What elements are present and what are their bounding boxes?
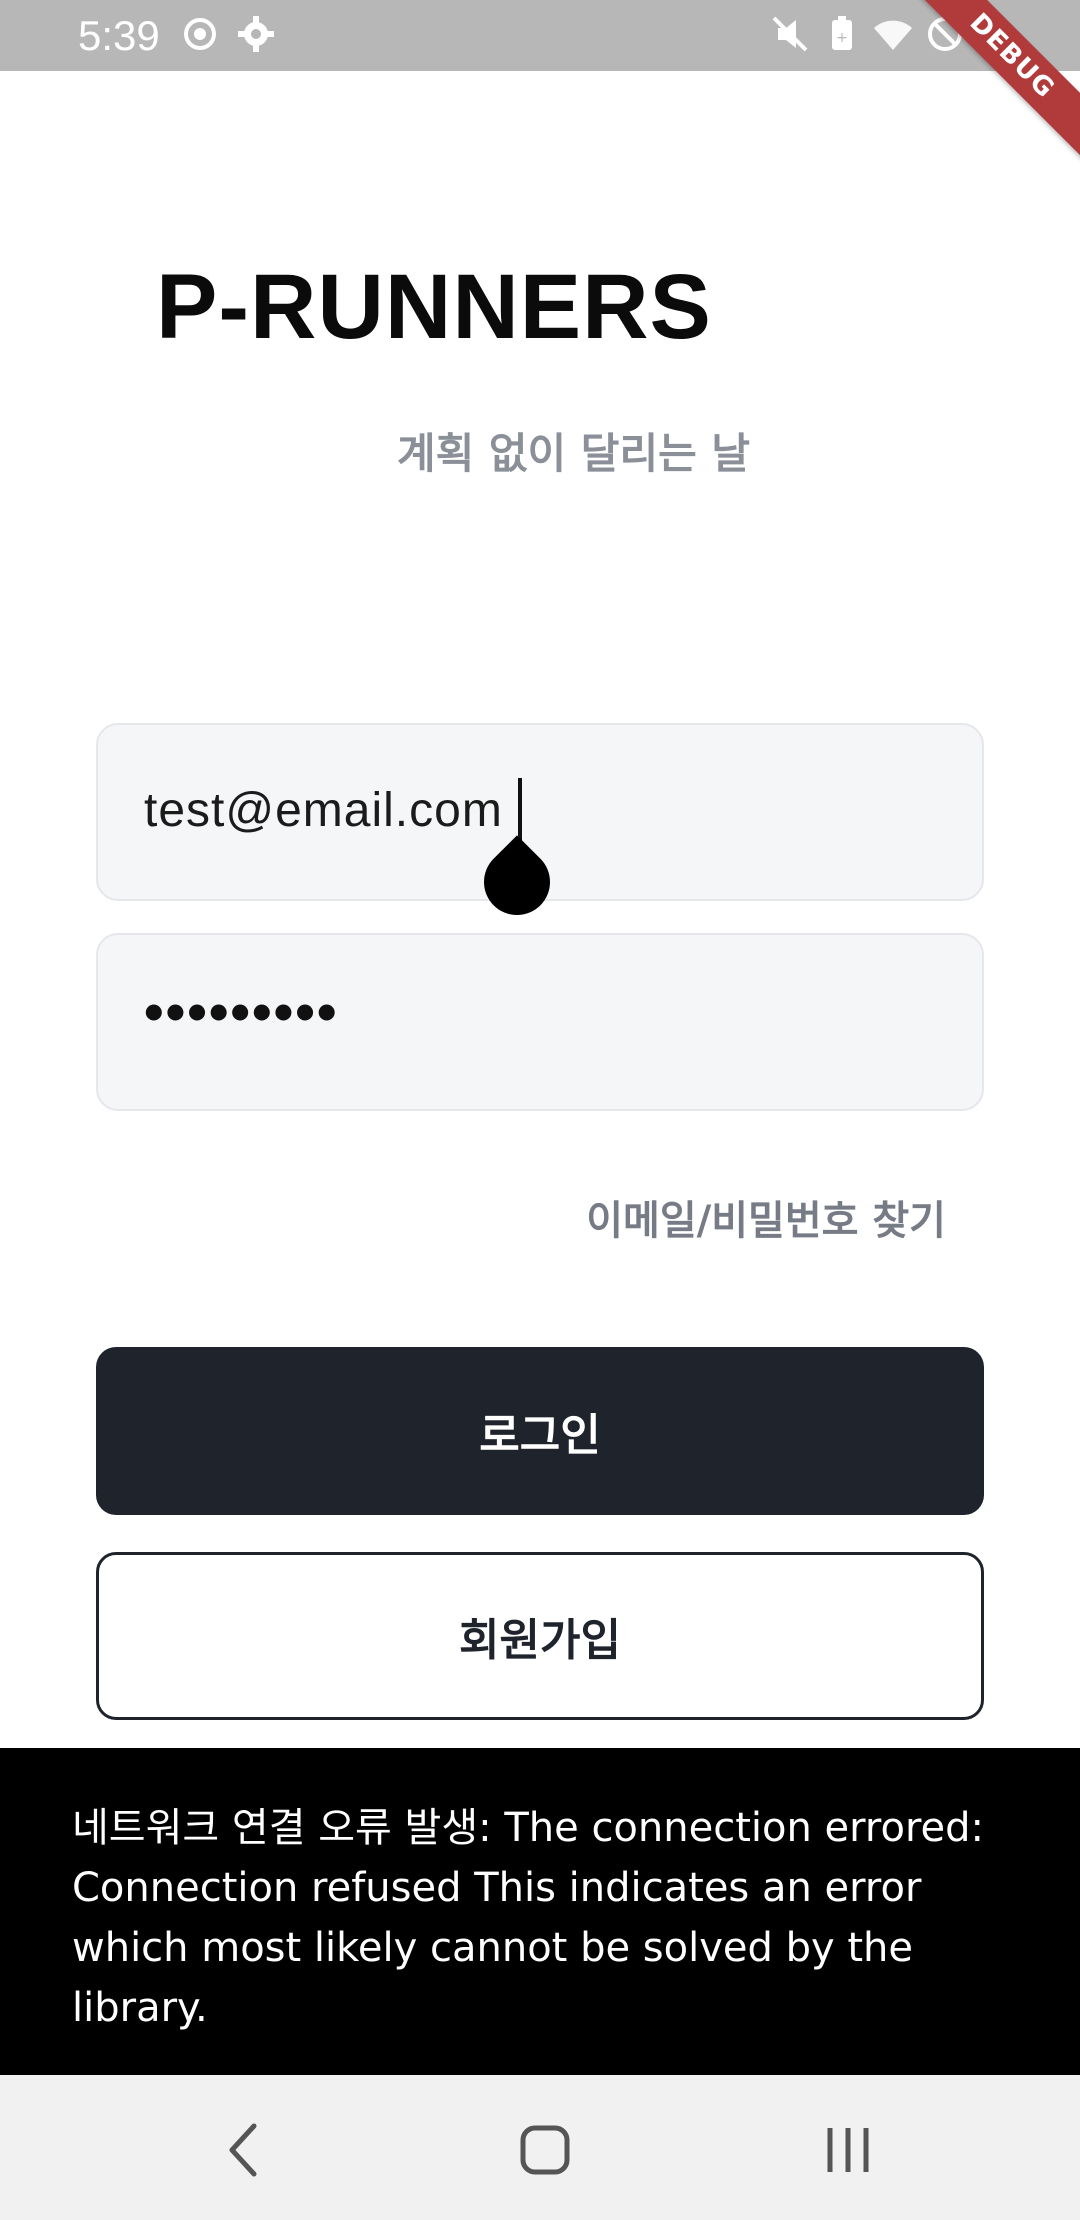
email-value: test@email.com [144,784,503,837]
email-field[interactable]: test@email.com [96,723,984,929]
snackbar-message: 네트워크 연결 오류 발생: The connection errored: C… [72,1805,984,2031]
login-button[interactable]: 로그인 [96,1347,984,1515]
back-icon[interactable] [204,2110,284,2190]
recent-apps-icon[interactable] [808,2110,888,2190]
gear-icon [236,14,276,54]
password-value: ••••••••• [144,980,339,1043]
svg-text:+: + [836,30,848,46]
sync-icon [180,14,220,54]
battery-saver-icon: + [822,14,862,54]
find-account-link[interactable]: 이메일/비밀번호 찾기 [586,1188,946,1246]
password-field[interactable]: ••••••••• [96,933,984,1111]
error-snackbar: 네트워크 연결 오류 발생: The connection errored: C… [0,1748,1080,2075]
navigation-bar [0,2075,1080,2220]
status-bar: 5:39 + [0,0,1080,71]
app-subtitle: 계획 없이 달리는 날 [397,429,750,478]
signup-button[interactable]: 회원가입 [96,1552,984,1720]
mute-icon [770,14,810,54]
status-time: 5:39 [78,12,160,59]
app-title: P-RUNNERS [156,256,712,358]
home-icon[interactable] [505,2110,585,2190]
wifi-icon [870,14,912,54]
cursor-handle[interactable] [470,835,564,929]
